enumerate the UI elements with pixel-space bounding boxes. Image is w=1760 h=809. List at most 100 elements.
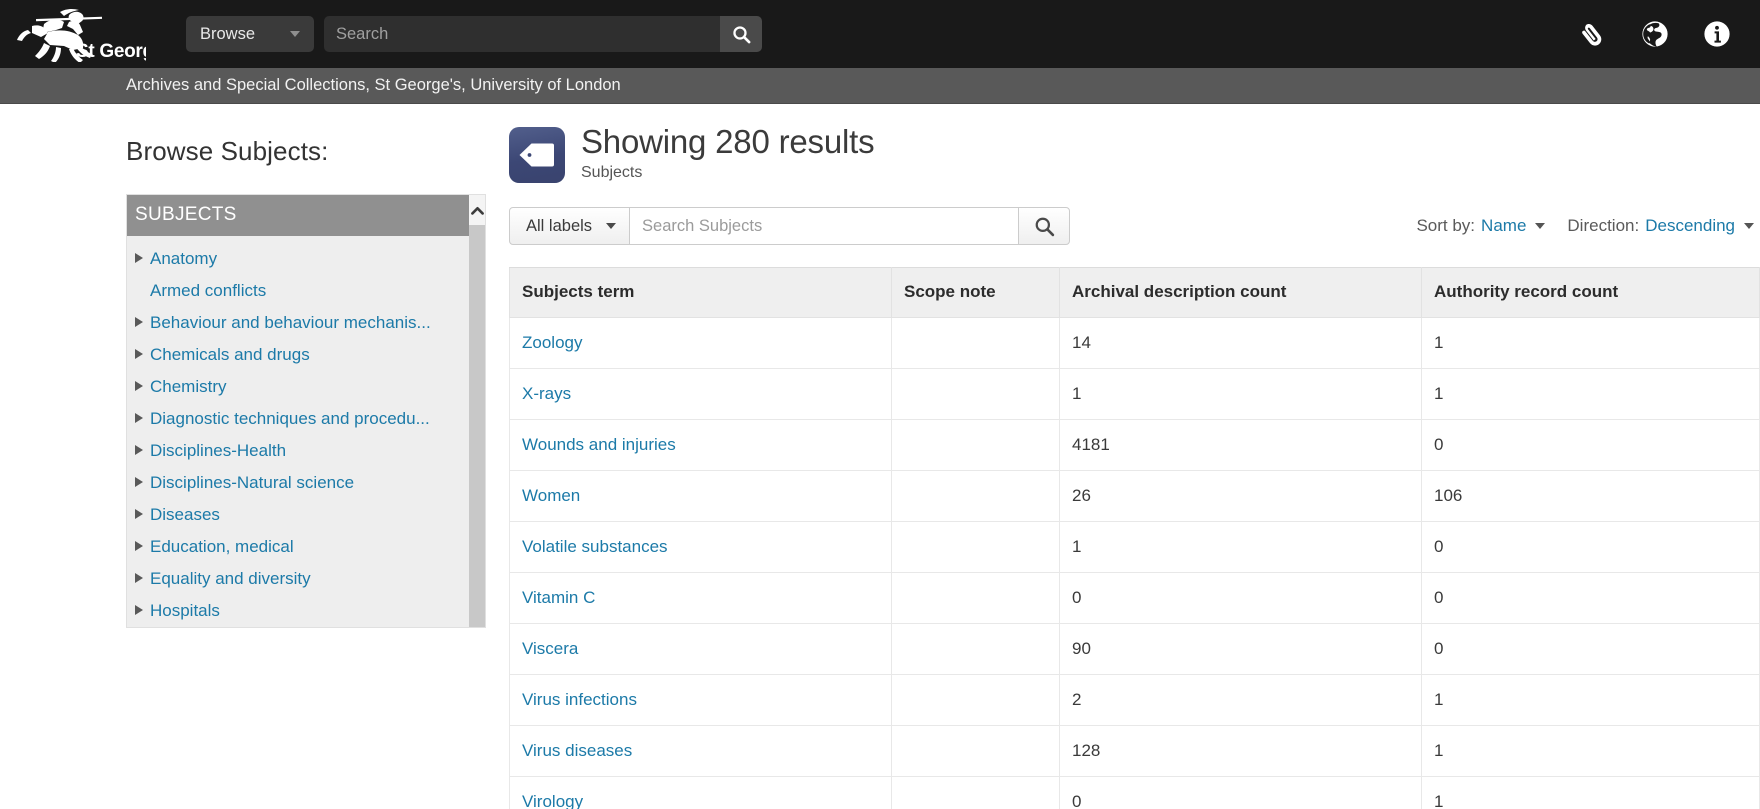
cell-subjects-term: Virus diseases [510,726,892,777]
facet-item-label: Diseases [150,505,220,525]
subject-term-link[interactable]: Vitamin C [522,588,595,607]
cell-scope-note [892,726,1060,777]
subject-term-link[interactable]: Women [522,486,580,505]
facet-scrollbar[interactable] [469,194,486,628]
subjects-facet-inner: SUBJECTS AnatomyArmed conflictsBehaviour… [126,194,469,628]
sort-by-value[interactable]: Name [1481,216,1526,236]
table-row: Virus diseases1281 [510,726,1760,777]
facet-item-label: Hospitals [150,601,220,621]
sidebar: Browse Subjects: SUBJECTS AnatomyArmed c… [0,104,500,809]
cell-authority-record-count: 1 [1422,777,1760,809]
cell-scope-note [892,675,1060,726]
expand-triangle-icon[interactable] [135,509,143,519]
facet-item-label: Armed conflicts [150,281,266,301]
cell-archival-description-count: 0 [1060,573,1422,624]
facet-item-label: Anatomy [150,249,217,269]
direction-chevron-down-icon[interactable] [1744,223,1754,229]
subject-term-link[interactable]: Zoology [522,333,582,352]
cell-subjects-term: Volatile substances [510,522,892,573]
clipboard-icon[interactable] [1578,19,1608,49]
all-labels-label: All labels [526,217,592,236]
table-row: Zoology141 [510,318,1760,369]
column-header-scope-note[interactable]: Scope note [892,268,1060,318]
search-icon [1034,216,1055,237]
subject-term-link[interactable]: Viscera [522,639,578,658]
subject-term-link[interactable]: Virus infections [522,690,637,709]
header-icon-group [1578,19,1740,49]
expand-triangle-icon[interactable] [135,477,143,487]
cell-archival-description-count: 4181 [1060,420,1422,471]
table-head: Subjects term Scope note Archival descri… [510,268,1760,318]
cell-scope-note [892,777,1060,809]
cell-archival-description-count: 1 [1060,522,1422,573]
expand-triangle-icon[interactable] [135,605,143,615]
page-title: Showing 280 results [581,124,874,161]
cell-scope-note [892,471,1060,522]
subject-term-link[interactable]: Wounds and injuries [522,435,676,454]
facet-item[interactable]: Education, medical [127,531,469,563]
facet-item[interactable]: Behaviour and behaviour mechanis... [127,307,469,339]
facet-item[interactable]: Diagnostic techniques and procedu... [127,403,469,435]
subject-term-link[interactable]: Virology [522,792,583,809]
expand-triangle-icon[interactable] [135,317,143,327]
scroll-up-button[interactable] [469,195,485,225]
expand-triangle-icon[interactable] [135,573,143,583]
facet-item[interactable]: Diseases [127,499,469,531]
facet-item-label: Disciplines-Natural science [150,473,354,493]
column-header-authority-count[interactable]: Authority record count [1422,268,1760,318]
column-header-subjects-term[interactable]: Subjects term [510,268,892,318]
facet-item-label: Disciplines-Health [150,441,286,461]
table-header-row: Subjects term Scope note Archival descri… [510,268,1760,318]
facet-item[interactable]: Anatomy [127,243,469,275]
site-subheader: Archives and Special Collections, St Geo… [0,68,1760,104]
subject-term-link[interactable]: X-rays [522,384,571,403]
facet-item-label: Chemicals and drugs [150,345,310,365]
sort-controls: Sort by: Name Direction: Descending [1416,216,1754,236]
expand-triangle-icon[interactable] [135,541,143,551]
cell-archival-description-count: 1 [1060,369,1422,420]
cell-scope-note [892,420,1060,471]
direction-value[interactable]: Descending [1645,216,1735,236]
info-icon[interactable] [1702,19,1732,49]
expand-triangle-icon[interactable] [135,253,143,263]
facet-item[interactable]: Disciplines-Natural science [127,467,469,499]
facet-item[interactable]: Chemistry [127,371,469,403]
cell-authority-record-count: 0 [1422,522,1760,573]
facet-item[interactable]: Chemicals and drugs [127,339,469,371]
table-row: Viscera900 [510,624,1760,675]
all-labels-dropdown[interactable]: All labels [509,207,630,245]
cell-archival-description-count: 90 [1060,624,1422,675]
globe-icon[interactable] [1640,19,1670,49]
facet-item[interactable]: Equality and diversity [127,563,469,595]
expand-triangle-icon[interactable] [135,445,143,455]
subjects-search-input[interactable] [630,207,1018,245]
expand-triangle-icon[interactable] [135,413,143,423]
cell-authority-record-count: 0 [1422,573,1760,624]
top-header: St George's Browse [0,0,1760,68]
facet-item-label: Education, medical [150,537,294,557]
facet-indent-spacer [135,285,143,295]
chevron-down-icon [606,223,616,229]
expand-triangle-icon[interactable] [135,381,143,391]
cell-archival-description-count: 26 [1060,471,1422,522]
cell-subjects-term: Viscera [510,624,892,675]
facet-item[interactable]: Armed conflicts [127,275,469,307]
column-header-archival-count[interactable]: Archival description count [1060,268,1422,318]
search-submit-button[interactable] [720,16,762,52]
cell-subjects-term: Virology [510,777,892,809]
facet-item[interactable]: Hospitals [127,595,469,627]
results-subtitle: Subjects [581,164,874,182]
subject-term-link[interactable]: Volatile substances [522,537,668,556]
results-header-text: Showing 280 results Subjects [581,124,874,182]
cell-scope-note [892,369,1060,420]
expand-triangle-icon[interactable] [135,349,143,359]
site-logo[interactable]: St George's [14,0,164,68]
subjects-facet-list: Anatomy Armed conflicts Behaviour and beha… [127,236,469,627]
browse-menu-button[interactable]: Browse [186,16,314,52]
facet-item[interactable]: Disciplines-Health [127,435,469,467]
sort-by-chevron-down-icon[interactable] [1535,223,1545,229]
subject-term-link[interactable]: Virus diseases [522,741,632,760]
subjects-search-submit[interactable] [1018,207,1070,245]
search-input[interactable] [324,16,720,52]
cell-authority-record-count: 0 [1422,420,1760,471]
